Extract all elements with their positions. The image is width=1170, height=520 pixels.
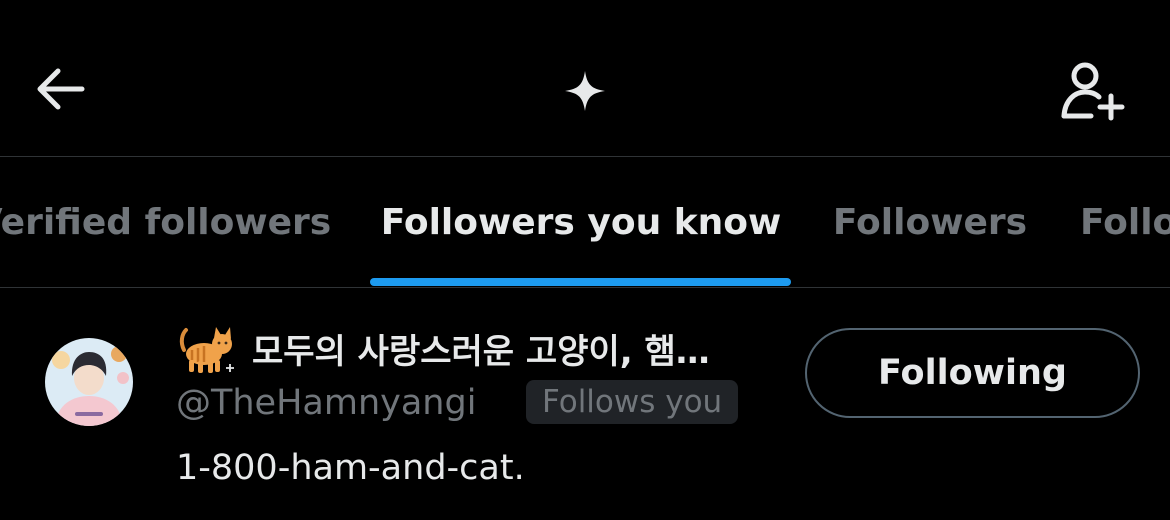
top-bar xyxy=(0,0,1170,157)
followers-tabs: Verified followers Followers you know Fo… xyxy=(0,157,1170,288)
user-bio: 1-800-ham-and-cat. xyxy=(176,448,525,488)
arrow-left-icon xyxy=(37,68,85,110)
user-handle[interactable]: @TheHamnyangi xyxy=(176,380,476,426)
sparkle-icon xyxy=(565,71,605,111)
active-tab-indicator xyxy=(370,278,791,286)
tab-followers[interactable]: Followers xyxy=(820,157,1040,287)
tab-following[interactable]: Following xyxy=(1080,157,1170,287)
follows-you-badge: Follows you xyxy=(526,380,739,424)
tab-verified-followers[interactable]: Verified followers xyxy=(0,157,338,287)
sparkle-button[interactable] xyxy=(555,60,615,122)
add-user-button[interactable] xyxy=(1050,52,1136,128)
user-name-line[interactable]: 모두의 사랑스러운 고양이, 햄… xyxy=(176,318,776,378)
user-display-name: 모두의 사랑스러운 고양이, 햄… xyxy=(252,331,710,372)
avatar[interactable] xyxy=(45,338,133,426)
tab-followers-you-know[interactable]: Followers you know xyxy=(366,157,796,287)
add-user-icon xyxy=(1061,62,1125,121)
user-list-item[interactable]: 모두의 사랑스러운 고양이, 햄… @TheHamnyangi Follows … xyxy=(0,288,1170,520)
following-button[interactable]: Following xyxy=(805,328,1140,418)
cat-emoji xyxy=(179,327,234,373)
back-button[interactable] xyxy=(22,56,98,122)
